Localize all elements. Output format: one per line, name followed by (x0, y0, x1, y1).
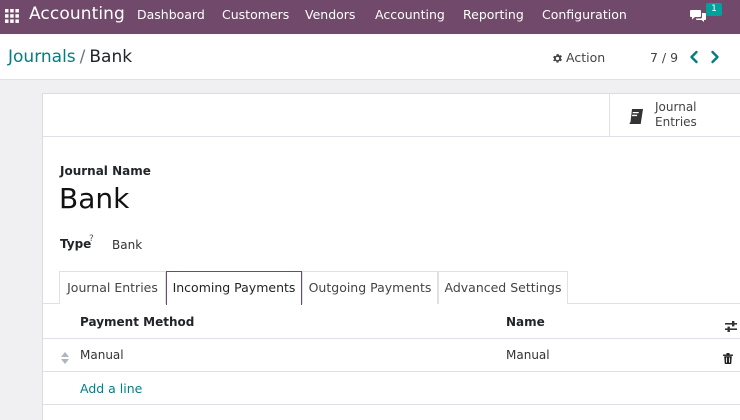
nav-item-accounting[interactable]: Accounting (375, 7, 445, 22)
cell-name[interactable]: Manual (506, 348, 550, 362)
nav-item-customers[interactable]: Customers (222, 7, 289, 22)
smart-button-box: Journal Entries (43, 94, 740, 137)
chat-count-badge: 1 (706, 3, 722, 16)
column-header-payment-method[interactable]: Payment Method (80, 315, 194, 329)
nav-item-reporting[interactable]: Reporting (463, 7, 524, 22)
type-label: Type (60, 237, 92, 251)
journal-entries-smart-button[interactable]: Journal Entries (609, 94, 740, 136)
cell-payment-method[interactable]: Manual (80, 348, 124, 362)
nav-item-dashboard[interactable]: Dashboard (137, 7, 205, 22)
nav-item-configuration[interactable]: Configuration (542, 7, 627, 22)
pager-value[interactable]: 7 / 9 (650, 50, 678, 65)
column-header-name[interactable]: Name (506, 315, 545, 329)
tab-incoming-payments[interactable]: Incoming Payments (166, 271, 302, 305)
chevron-left-icon[interactable] (688, 49, 700, 64)
table-row[interactable]: Manual Manual (43, 339, 740, 372)
journal-entries-stat-label: Journal Entries (655, 100, 697, 129)
breadcrumb-current: Bank (89, 47, 133, 67)
tab-advanced-settings[interactable]: Advanced Settings (438, 271, 568, 304)
breadcrumb: Journals / Bank (8, 47, 132, 67)
app-name[interactable]: Accounting (29, 4, 125, 24)
form-sheet: Journal Entries Journal Name Bank Type ?… (42, 93, 740, 420)
journal-name-field[interactable]: Bank (59, 182, 129, 215)
breadcrumb-journals-link[interactable]: Journals (8, 47, 76, 67)
drag-handle-icon[interactable] (61, 349, 69, 364)
gear-icon (552, 52, 563, 63)
control-panel: Journals / Bank Action 7 / 9 (0, 34, 740, 80)
table-header: Payment Method Name (43, 305, 740, 339)
trash-icon[interactable] (723, 349, 733, 364)
type-help-tooltip[interactable]: ? (89, 234, 94, 244)
journal-name-label: Journal Name (60, 164, 151, 178)
type-field[interactable]: Bank (112, 238, 142, 252)
action-label: Action (566, 50, 606, 65)
action-button[interactable]: Action (552, 50, 605, 65)
apps-grid-icon[interactable] (5, 9, 19, 23)
breadcrumb-separator: / (79, 47, 86, 67)
tab-journal-entries[interactable]: Journal Entries (59, 271, 166, 304)
book-icon (628, 107, 646, 125)
tab-outgoing-payments[interactable]: Outgoing Payments (302, 271, 438, 304)
chat-bubbles-icon[interactable] (690, 8, 706, 22)
notebook-tabs: Journal Entries Incoming Payments Outgoi… (43, 271, 740, 305)
add-a-line-link[interactable]: Add a line (80, 381, 142, 396)
nav-item-vendors[interactable]: Vendors (305, 7, 355, 22)
top-navbar: Accounting Dashboard Customers Vendors A… (0, 0, 740, 34)
add-line-row: Add a line (43, 372, 740, 405)
chevron-right-icon[interactable] (709, 49, 721, 64)
sliders-icon[interactable] (725, 317, 737, 332)
